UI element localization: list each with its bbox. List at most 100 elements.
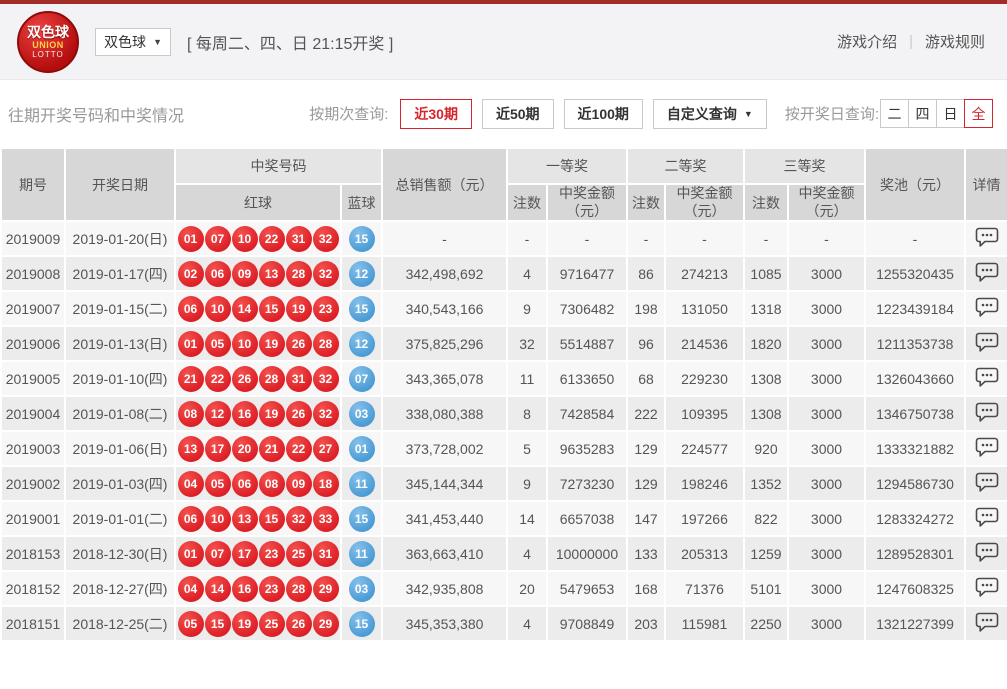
table-row: 2019002 2019-01-03(四) 040506080918 11 34…: [1, 466, 1007, 501]
custom-query-dropdown[interactable]: 自定义查询 ▼: [653, 99, 767, 129]
sales-cell: 338,080,388: [382, 396, 507, 431]
red-ball: 10: [232, 331, 258, 357]
period-cell: 2018151: [1, 606, 65, 641]
detail-comment-icon[interactable]: [975, 437, 999, 458]
sales-cell: 340,543,166: [382, 291, 507, 326]
day-thursday-button[interactable]: 四: [908, 99, 937, 128]
lottery-table-body: 2019009 2019-01-20(日) 010710223132 15 - …: [1, 221, 1007, 641]
blue-ball: 12: [349, 261, 375, 287]
day-all-button[interactable]: 全: [964, 99, 993, 128]
red-ball: 31: [313, 541, 339, 567]
red-ball: 04: [178, 576, 204, 602]
red-ball: 19: [259, 401, 285, 427]
detail-cell: [965, 361, 1007, 396]
detail-comment-icon[interactable]: [975, 507, 999, 528]
header-amount: 中奖金额 （元）: [665, 184, 744, 221]
date-cell: 2018-12-30(日): [65, 536, 175, 571]
sales-cell: 343,365,078: [382, 361, 507, 396]
first-prize-count-cell: 20: [507, 571, 547, 606]
red-ball: 32: [313, 401, 339, 427]
detail-comment-icon[interactable]: [975, 227, 999, 248]
red-balls-cell: 212226283132: [175, 361, 341, 396]
sales-cell: 342,935,808: [382, 571, 507, 606]
second-prize-count-cell: -: [627, 221, 665, 256]
third-prize-amount-cell: 3000: [788, 571, 865, 606]
detail-comment-icon[interactable]: [975, 472, 999, 493]
detail-comment-icon[interactable]: [975, 367, 999, 388]
header-count: 注数: [744, 184, 788, 221]
detail-cell: [965, 606, 1007, 641]
header-third-prize: 三等奖: [744, 148, 865, 184]
detail-comment-icon[interactable]: [975, 262, 999, 283]
red-ball: 26: [286, 331, 312, 357]
detail-cell: [965, 396, 1007, 431]
red-balls-cell: 061014151923: [175, 291, 341, 326]
header-detail: 详情: [965, 148, 1007, 221]
red-ball: 27: [313, 436, 339, 462]
header-amount: 中奖金额 （元）: [547, 184, 627, 221]
detail-cell: [965, 431, 1007, 466]
second-prize-amount-cell: 229230: [665, 361, 744, 396]
game-intro-link[interactable]: 游戏介绍: [837, 31, 897, 52]
third-prize-count-cell: 1820: [744, 326, 788, 361]
blue-ball-cell: 15: [341, 501, 382, 536]
red-ball: 22: [205, 366, 231, 392]
pool-cell: 1294586730: [865, 466, 965, 501]
first-prize-amount-cell: 10000000: [547, 536, 627, 571]
blue-ball: 11: [349, 541, 375, 567]
header-count: 注数: [627, 184, 665, 221]
union-lotto-logo: 双色球 UNION LOTTO: [17, 11, 79, 73]
third-prize-count-cell: 920: [744, 431, 788, 466]
detail-comment-icon[interactable]: [975, 577, 999, 598]
red-ball: 16: [232, 576, 258, 602]
custom-query-label: 自定义查询: [667, 104, 737, 124]
blue-ball-cell: 03: [341, 571, 382, 606]
red-ball: 15: [259, 506, 285, 532]
blue-ball-cell: 03: [341, 396, 382, 431]
red-balls-cell: 051519252629: [175, 606, 341, 641]
red-ball: 21: [178, 366, 204, 392]
detail-comment-icon[interactable]: [975, 402, 999, 423]
recent-100-button[interactable]: 近100期: [564, 99, 643, 129]
red-ball: 26: [232, 366, 258, 392]
second-prize-amount-cell: 205313: [665, 536, 744, 571]
detail-comment-icon[interactable]: [975, 612, 999, 633]
red-ball: 32: [313, 226, 339, 252]
second-prize-amount-cell: 109395: [665, 396, 744, 431]
game-rules-link[interactable]: 游戏规则: [925, 31, 985, 52]
red-ball: 13: [232, 506, 258, 532]
header-red-balls: 红球: [175, 184, 341, 221]
day-sunday-button[interactable]: 日: [936, 99, 965, 128]
third-prize-count-cell: 1259: [744, 536, 788, 571]
table-row: 2019003 2019-01-06(日) 131720212227 01 37…: [1, 431, 1007, 466]
day-tuesday-button[interactable]: 二: [880, 99, 909, 128]
date-cell: 2019-01-10(四): [65, 361, 175, 396]
second-prize-amount-cell: 214536: [665, 326, 744, 361]
game-select-dropdown[interactable]: 双色球 ▼: [95, 28, 171, 56]
first-prize-amount-cell: 9708849: [547, 606, 627, 641]
detail-comment-icon[interactable]: [975, 297, 999, 318]
red-ball: 25: [286, 541, 312, 567]
third-prize-amount-cell: 3000: [788, 501, 865, 536]
detail-comment-icon[interactable]: [975, 542, 999, 563]
recent-50-button[interactable]: 近50期: [482, 99, 554, 129]
date-cell: 2019-01-08(二): [65, 396, 175, 431]
header-date: 开奖日期: [65, 148, 175, 221]
blue-ball: 03: [349, 401, 375, 427]
sales-cell: 345,353,380: [382, 606, 507, 641]
detail-comment-icon[interactable]: [975, 332, 999, 353]
date-cell: 2018-12-25(二): [65, 606, 175, 641]
date-cell: 2019-01-06(日): [65, 431, 175, 466]
header-links: 游戏介绍 | 游戏规则: [837, 31, 985, 52]
second-prize-amount-cell: 198246: [665, 466, 744, 501]
date-cell: 2019-01-03(四): [65, 466, 175, 501]
recent-30-button[interactable]: 近30期: [400, 99, 472, 129]
sales-cell: 341,453,440: [382, 501, 507, 536]
period-cell: 2019003: [1, 431, 65, 466]
pool-cell: 1223439184: [865, 291, 965, 326]
red-ball: 01: [178, 541, 204, 567]
third-prize-count-cell: 1308: [744, 396, 788, 431]
date-cell: 2019-01-15(二): [65, 291, 175, 326]
sales-cell: 345,144,344: [382, 466, 507, 501]
second-prize-count-cell: 129: [627, 466, 665, 501]
